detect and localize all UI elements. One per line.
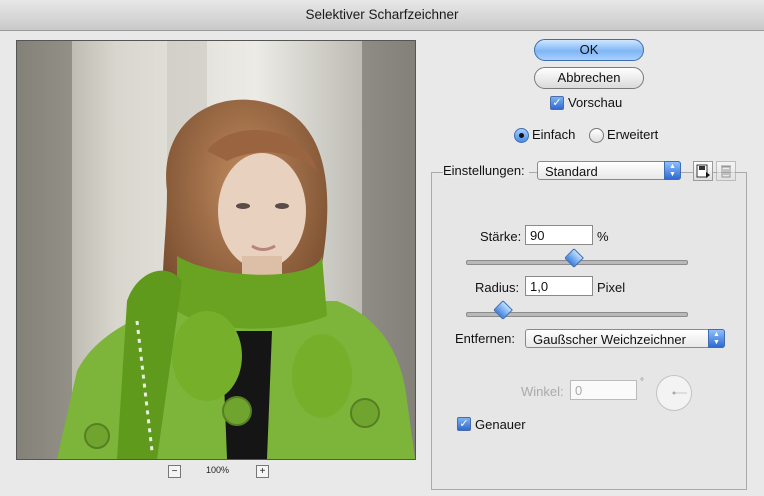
angle-label: Winkel:	[521, 384, 564, 399]
preview-checkbox[interactable]: ✓	[550, 96, 564, 110]
zoom-level: 100%	[206, 465, 230, 475]
portrait-photo	[17, 41, 415, 459]
cancel-button[interactable]: Abbrechen	[534, 67, 644, 89]
zoom-out-button[interactable]: −	[168, 465, 181, 478]
angle-unit: °	[640, 377, 644, 388]
mode-simple-radio[interactable]	[514, 128, 529, 143]
settings-select[interactable]: Standard ▲ ▼	[537, 161, 681, 180]
trash-icon	[721, 165, 731, 178]
radius-label: Radius:	[475, 280, 520, 295]
zoom-in-button[interactable]: +	[256, 465, 269, 478]
amount-input[interactable]: 90	[525, 225, 593, 245]
mode-simple-label: Einfach	[532, 127, 576, 142]
settings-label: Einstellungen:	[443, 163, 529, 178]
preview-label: Vorschau	[568, 95, 623, 110]
angle-dial-icon	[672, 391, 687, 395]
zoom-bar: − 100% +	[168, 465, 269, 479]
more-accurate-label: Genauer	[475, 417, 526, 432]
mode-advanced-label: Erweitert	[607, 127, 659, 142]
radius-input[interactable]: 1,0	[525, 276, 593, 296]
remove-value: Gaußscher Weichzeichner	[533, 332, 686, 347]
more-accurate-checkbox[interactable]: ✓	[457, 417, 471, 431]
save-preset-icon	[696, 164, 710, 178]
window-title: Selektiver Scharfzeichner	[0, 0, 764, 31]
ok-button[interactable]: OK	[534, 39, 644, 61]
mode-advanced-radio[interactable]	[589, 128, 604, 143]
delete-settings-button[interactable]	[716, 161, 736, 181]
select-arrows-icon: ▲ ▼	[664, 161, 681, 180]
select-arrows-icon: ▲ ▼	[708, 329, 725, 348]
radius-unit: Pixel	[597, 280, 626, 295]
angle-dial[interactable]	[656, 375, 692, 411]
amount-unit: %	[597, 229, 609, 244]
save-settings-button[interactable]	[693, 161, 713, 181]
remove-select[interactable]: Gaußscher Weichzeichner ▲ ▼	[525, 329, 725, 348]
amount-label: Stärke:	[480, 229, 522, 244]
remove-label: Entfernen:	[455, 331, 515, 346]
settings-value: Standard	[545, 164, 598, 179]
dialog-body: − 100% + OK Abbrechen ✓ Vorschau Einfach…	[0, 31, 764, 496]
preview-image[interactable]	[16, 40, 416, 460]
angle-input[interactable]: 0	[570, 380, 637, 400]
